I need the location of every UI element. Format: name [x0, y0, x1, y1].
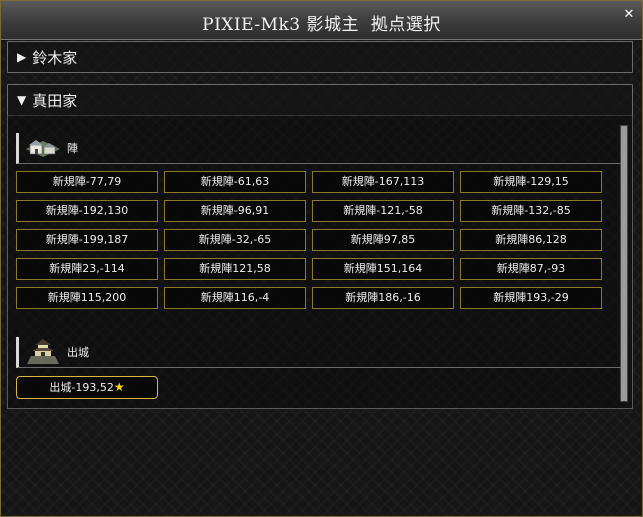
camp-button[interactable]: 新規陣-77,79	[16, 171, 158, 193]
castle-button-label: 出城-193,52	[49, 381, 114, 394]
camp-button[interactable]: 新規陣-121,-58	[312, 200, 454, 222]
camp-button[interactable]: 新規陣121,58	[164, 258, 306, 280]
camp-button[interactable]: 新規陣-167,113	[312, 171, 454, 193]
base-select-window: PIXIE-Mk3 影城主 拠点選択 ✕ ▶ 鈴木家 ▼ 真田家 陣 新規陣-7…	[0, 0, 643, 517]
castle-category-label: 出城	[67, 346, 89, 359]
castle-icon	[23, 339, 63, 365]
section-label-suzuki: 鈴木家	[32, 48, 78, 67]
camp-button[interactable]: 新規陣86,128	[460, 229, 602, 251]
castle-category-header: 出城	[16, 337, 621, 368]
title-bar[interactable]: PIXIE-Mk3 影城主 拠点選択 ✕	[1, 1, 642, 40]
collapse-arrow-icon: ▼	[17, 93, 27, 107]
section-label-sanada: 真田家	[32, 91, 78, 110]
camp-button-grid: 新規陣-77,79 新規陣-61,63 新規陣-167,113 新規陣-129,…	[16, 171, 616, 309]
scrollbar[interactable]	[620, 125, 628, 402]
camp-button[interactable]: 新規陣116,-4	[164, 287, 306, 309]
camp-button[interactable]: 新規陣87,-93	[460, 258, 602, 280]
camp-button[interactable]: 新規陣-96,91	[164, 200, 306, 222]
camp-category-label: 陣	[67, 142, 78, 155]
sanada-content-panel: 陣 新規陣-77,79 新規陣-61,63 新規陣-167,113 新規陣-12…	[7, 115, 633, 409]
camp-button[interactable]: 新規陣97,85	[312, 229, 454, 251]
castle-button[interactable]: 出城-193,52★	[16, 376, 158, 399]
camp-button[interactable]: 新規陣-61,63	[164, 171, 306, 193]
window-title: PIXIE-Mk3 影城主 拠点選択	[202, 15, 441, 35]
camp-button[interactable]: 新規陣-199,187	[16, 229, 158, 251]
camp-button[interactable]: 新規陣23,-114	[16, 258, 158, 280]
camp-category-header: 陣	[16, 133, 621, 164]
camp-button[interactable]: 新規陣-129,15	[460, 171, 602, 193]
star-icon: ★	[113, 380, 125, 394]
camp-button[interactable]: 新規陣151,164	[312, 258, 454, 280]
section-header-suzuki[interactable]: ▶ 鈴木家	[7, 41, 633, 73]
close-icon[interactable]: ✕	[622, 8, 636, 22]
camp-button[interactable]: 新規陣-192,130	[16, 200, 158, 222]
camp-button[interactable]: 新規陣-32,-65	[164, 229, 306, 251]
camp-button[interactable]: 新規陣186,-16	[312, 287, 454, 309]
camp-button[interactable]: 新規陣115,200	[16, 287, 158, 309]
section-header-sanada[interactable]: ▼ 真田家	[7, 84, 633, 116]
camp-icon	[23, 135, 63, 161]
camp-button[interactable]: 新規陣-132,-85	[460, 200, 602, 222]
camp-button[interactable]: 新規陣193,-29	[460, 287, 602, 309]
expand-arrow-icon: ▶	[17, 50, 27, 64]
